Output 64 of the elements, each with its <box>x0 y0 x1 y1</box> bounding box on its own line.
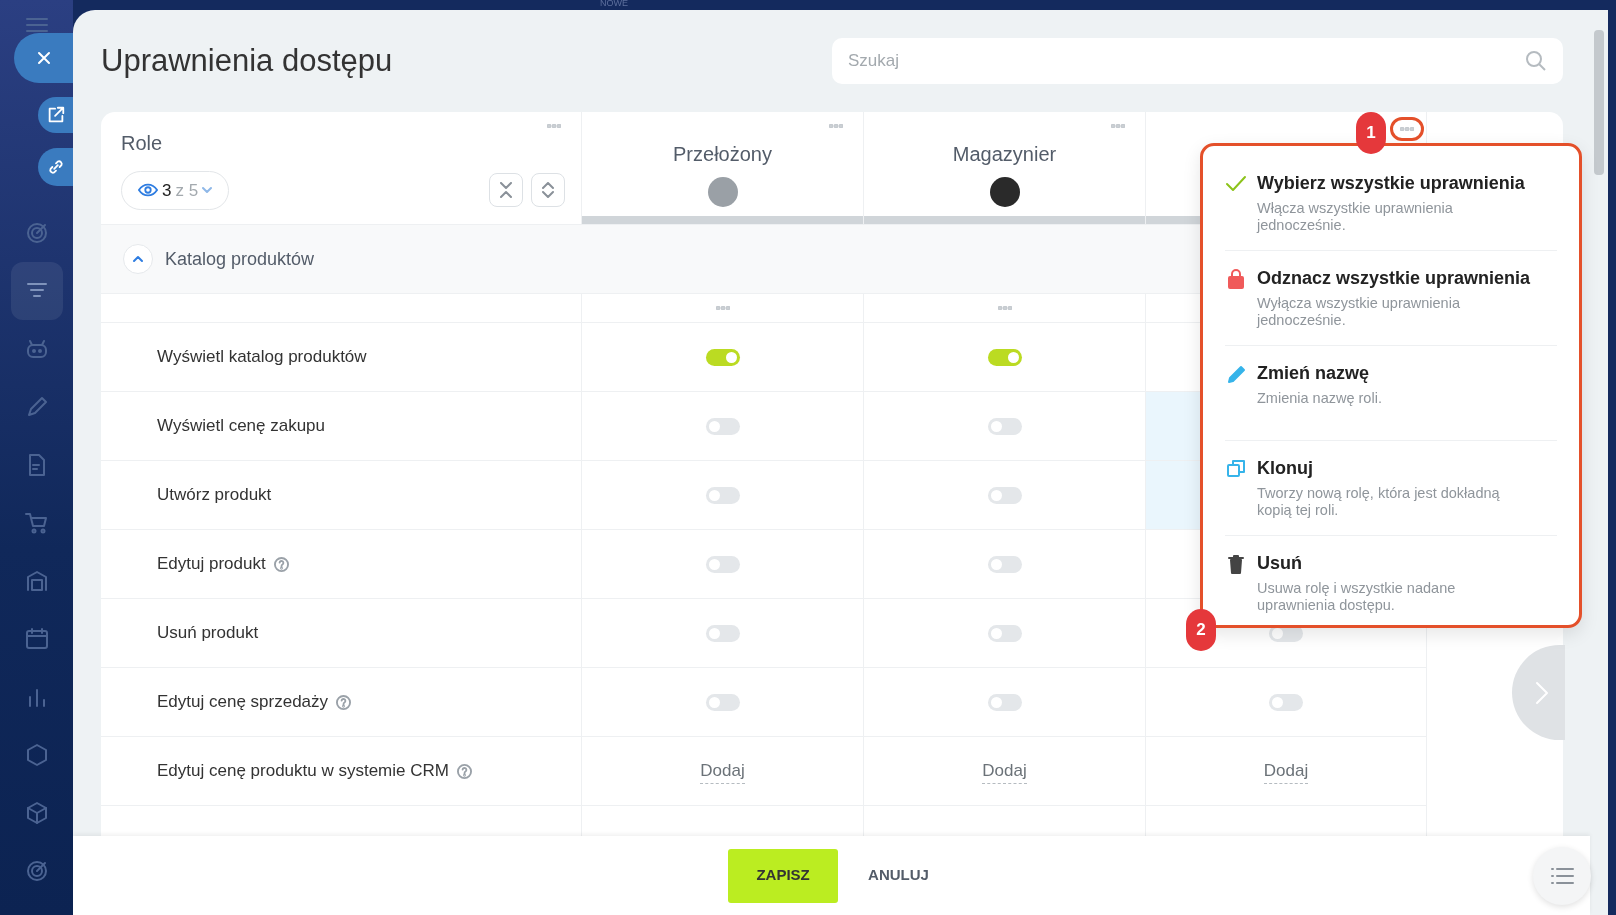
permission-label: Usuń produkt <box>157 622 259 645</box>
toggle-switch[interactable] <box>705 555 740 573</box>
top-bar-label: NOWE <box>600 0 628 8</box>
toggle-switch[interactable] <box>987 624 1022 642</box>
toggle-switch[interactable] <box>987 348 1022 366</box>
cart-icon[interactable] <box>23 510 50 536</box>
search-icon[interactable] <box>1525 50 1547 72</box>
toggle-switch[interactable] <box>705 693 740 711</box>
toggle-switch[interactable] <box>705 417 740 435</box>
toggle-switch[interactable] <box>987 417 1022 435</box>
open-in-new-button[interactable] <box>38 97 73 133</box>
permission-label: Wyświetl katalog produktów <box>157 346 367 369</box>
more-options-icon[interactable] <box>1111 124 1125 128</box>
more-options-icon[interactable] <box>1400 127 1414 131</box>
page-title: Uprawnienia dostępu <box>101 41 393 80</box>
add-link[interactable]: Dodaj <box>700 757 745 785</box>
save-button[interactable]: ZAPISZ <box>728 848 839 903</box>
chevron-right-icon <box>1533 679 1550 706</box>
collapse-icon <box>499 182 513 199</box>
permission-label: Edytuj cenę produktu w systemie CRM <box>157 760 449 783</box>
list-icon <box>1549 866 1575 886</box>
trash-icon <box>1225 552 1247 574</box>
menu-item[interactable]: Wybierz wszystkie uprawnienia Włącza wszystkie uprawnienia jednocześnie. <box>1225 156 1557 251</box>
toggle-switch[interactable] <box>987 693 1022 711</box>
close-button[interactable] <box>14 33 73 83</box>
add-link[interactable]: Dodaj <box>982 757 1027 785</box>
menu-item[interactable]: Klonuj Tworzy nową rolę, która jest dokładną kopią tej roli. <box>1225 441 1557 536</box>
menu-item[interactable]: Zmień nazwę Zmienia nazwę roli. <box>1225 346 1557 441</box>
toggle-switch[interactable] <box>705 624 740 642</box>
permission-label: Edytuj cenę sprzedaży <box>157 691 329 714</box>
menu-icon[interactable] <box>25 17 48 33</box>
more-options-icon[interactable] <box>829 124 843 128</box>
copy-icon <box>1225 457 1247 479</box>
more-options-icon[interactable] <box>715 306 730 310</box>
permission-label: Utwórz produkt <box>157 484 272 507</box>
toggle-switch[interactable] <box>987 486 1022 504</box>
menu-item[interactable]: Usuń Usuwa rolę i wszystkie nadane uprawnienia dostępu. <box>1225 536 1557 631</box>
role-name: Magazynier <box>952 142 1057 167</box>
toggle-switch[interactable] <box>1269 693 1303 711</box>
section-title: Katalog produktów <box>165 247 315 271</box>
collapse-section-button[interactable] <box>123 244 153 274</box>
search-field[interactable]: Szukaj <box>832 38 1563 84</box>
expand-icon <box>541 182 555 199</box>
permission-label: Wyświetl cenę zakupu <box>157 415 326 438</box>
menu-item[interactable]: Odznacz wszystkie uprawnienia Wyłącza wszystkie uprawnienia jednocześnie. <box>1225 251 1557 346</box>
roles-heading: Role <box>121 131 163 156</box>
add-link[interactable]: Dodaj <box>1263 757 1309 785</box>
more-options-icon[interactable] <box>547 124 561 128</box>
scrollbar[interactable] <box>1590 10 1608 915</box>
eye-icon <box>138 183 158 198</box>
visible-roles-dropdown[interactable]: 3 z 5 <box>121 170 230 210</box>
toggle-switch[interactable] <box>987 555 1022 573</box>
calendar-icon[interactable] <box>23 626 50 652</box>
toggle-switch[interactable] <box>705 348 740 366</box>
cancel-button[interactable]: ANULUJ <box>862 863 935 888</box>
role-name: Przełożony <box>673 142 772 167</box>
toggle-switch[interactable] <box>705 486 740 504</box>
permission-label: Edytuj produkt <box>157 553 266 576</box>
chevron-up-icon <box>132 255 144 263</box>
caret-icon <box>202 186 213 195</box>
more-options-icon[interactable] <box>997 306 1012 310</box>
expand-all-button[interactable] <box>531 173 565 208</box>
collapse-all-button[interactable] <box>489 173 523 208</box>
lock-icon <box>1225 267 1247 289</box>
